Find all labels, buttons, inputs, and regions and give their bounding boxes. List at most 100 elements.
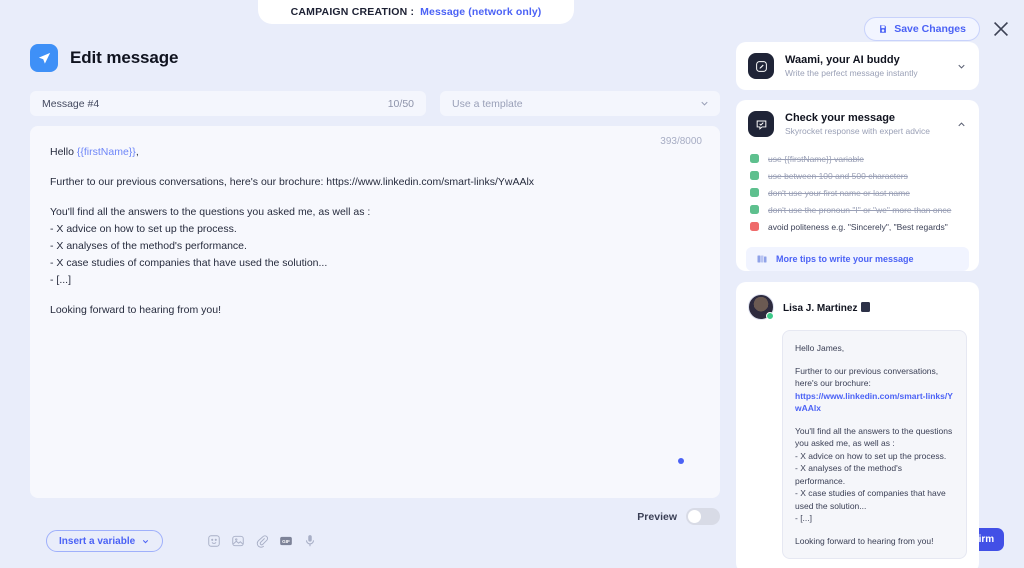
waami-panel-header[interactable]: Waami, your AI buddy Write the perfect m… xyxy=(736,42,979,90)
first-name-variable: {{firstName}} xyxy=(76,146,136,158)
toggle-knob xyxy=(688,510,701,523)
checklist-item: don't use the pronoun "I" or "we" more t… xyxy=(750,201,965,218)
campaign-breadcrumb-tab: CAMPAIGN CREATION : Message (network onl… xyxy=(258,0,574,24)
send-paper-plane-icon xyxy=(30,44,58,72)
greeting-prefix: Hello xyxy=(50,146,77,158)
template-placeholder: Use a template xyxy=(452,97,523,110)
preview-paragraph-4: Looking forward to hearing from you! xyxy=(795,535,934,546)
checklist-item-label: use {{firstName}} variable xyxy=(768,153,864,164)
more-tips-label: More tips to write your message xyxy=(776,254,914,264)
checklist-item-label: use between 100 and 500 characters xyxy=(768,170,908,181)
message-name-input[interactable]: Message #4 10/50 xyxy=(30,91,426,116)
breadcrumb-label: CAMPAIGN CREATION : xyxy=(290,6,415,18)
waami-panel-title: Waami, your AI buddy xyxy=(785,54,900,66)
chevron-down-icon xyxy=(701,101,708,106)
check-message-panel: Check your message Skyrocket response wi… xyxy=(736,100,979,271)
preview-toggle[interactable] xyxy=(686,508,720,525)
preview-p3-line5: - [...] xyxy=(795,513,812,523)
check-panel-header[interactable]: Check your message Skyrocket response wi… xyxy=(736,100,979,148)
preview-p3-line3: - X analyses of the method's performance… xyxy=(795,463,902,486)
editor-field-row: Message #4 10/50 Use a template xyxy=(30,91,720,116)
more-tips-button[interactable]: More tips to write your message xyxy=(746,247,969,271)
message-name-value: Message #4 xyxy=(42,97,100,110)
close-icon[interactable] xyxy=(990,18,1012,40)
body-p3-line4: - X case studies of companies that have … xyxy=(50,257,328,269)
message-body-text: Hello {{firstName}}, Further to our prev… xyxy=(50,144,700,319)
preview-message-bubble: Hello James, Further to our previous con… xyxy=(782,330,967,559)
linkedin-badge-icon xyxy=(861,302,871,312)
check-status-icon xyxy=(750,205,759,214)
preview-p3-line1: You'll find all the answers to the quest… xyxy=(795,425,953,449)
waami-panel-text: Waami, your AI buddy Write the perfect m… xyxy=(785,54,945,78)
chevron-up-icon[interactable] xyxy=(956,119,967,130)
save-changes-button[interactable]: Save Changes xyxy=(864,17,980,41)
speech-bubble-check-icon xyxy=(748,111,774,137)
message-checklist: use {{firstName}} variable use between 1… xyxy=(736,148,979,241)
message-name-counter: 10/50 xyxy=(387,97,414,110)
preview-recipient-header: Lisa J. Martinez xyxy=(748,294,967,320)
right-sidebar: Waami, your AI buddy Write the perfect m… xyxy=(736,42,979,568)
body-p3-line3: - X analyses of the method's performance… xyxy=(50,240,247,252)
body-greeting: Hello {{firstName}}, xyxy=(50,144,700,161)
preview-toggle-label: Preview xyxy=(637,510,677,523)
waami-panel-subtitle: Write the perfect message instantly xyxy=(785,68,918,78)
preview-paragraph-2: Further to our previous conversations, h… xyxy=(795,365,954,415)
check-status-icon xyxy=(750,171,759,180)
check-panel-title: Check your message xyxy=(785,112,896,124)
checklist-item-label: don't use your first name or last name xyxy=(768,187,910,198)
body-paragraph-2: Further to our previous conversations, h… xyxy=(50,176,535,188)
body-p3-line5: - [...] xyxy=(50,274,71,286)
message-body-editor[interactable]: 393/8000 Hello {{firstName}}, Further to… xyxy=(30,126,720,498)
breadcrumb-value: Message (network only) xyxy=(420,6,542,18)
check-panel-subtitle: Skyrocket response with expert advice xyxy=(785,126,931,136)
message-preview-card: Lisa J. Martinez Hello James, Further to… xyxy=(736,282,979,568)
insert-variable-button[interactable]: Insert a variable xyxy=(46,530,164,552)
editor-marker-dot xyxy=(678,458,684,464)
avatar xyxy=(748,294,774,320)
body-p3-line1: You'll find all the answers to the quest… xyxy=(50,206,371,218)
emoji-icon[interactable] xyxy=(207,534,221,548)
waami-ai-panel: Waami, your AI buddy Write the perfect m… xyxy=(736,42,979,90)
checklist-item: don't use your first name or last name xyxy=(750,184,965,201)
template-select[interactable]: Use a template xyxy=(440,91,720,116)
online-status-dot xyxy=(766,312,774,320)
preview-p3-line4: - X case studies of companies that have … xyxy=(795,488,946,511)
editor-header: Edit message xyxy=(30,38,720,78)
greeting-suffix: , xyxy=(135,146,139,158)
insert-variable-label: Insert a variable xyxy=(59,535,136,547)
chevron-down-icon[interactable] xyxy=(956,61,967,72)
save-changes-label: Save Changes xyxy=(894,23,966,35)
preview-paragraph-3: You'll find all the answers to the quest… xyxy=(795,425,954,525)
check-status-icon xyxy=(750,154,759,163)
preview-p2-text: Further to our previous conversations, h… xyxy=(795,365,939,389)
microphone-icon[interactable] xyxy=(303,534,317,548)
recipient-name: Lisa J. Martinez xyxy=(783,303,858,314)
attachment-tools: GIF xyxy=(207,534,317,548)
attachment-paperclip-icon[interactable] xyxy=(255,534,269,548)
check-panel-text: Check your message Skyrocket response wi… xyxy=(785,112,945,136)
check-status-icon xyxy=(750,188,759,197)
preview-message-text: Hello James, Further to our previous con… xyxy=(795,342,954,547)
body-paragraph-3: You'll find all the answers to the quest… xyxy=(50,204,700,289)
checklist-item-label: don't use the pronoun "I" or "we" more t… xyxy=(768,204,952,215)
body-p3-line2: - X advice on how to set up the process. xyxy=(50,223,237,235)
svg-text:GIF: GIF xyxy=(282,539,290,544)
page-title: Edit message xyxy=(70,48,179,67)
checklist-item: use {{firstName}} variable xyxy=(750,150,965,167)
preview-name-wrap: Lisa J. Martinez xyxy=(783,298,871,316)
gif-icon[interactable]: GIF xyxy=(279,534,293,548)
preview-toggle-row: Preview xyxy=(30,508,720,525)
image-icon[interactable] xyxy=(231,534,245,548)
chevron-down-icon xyxy=(143,539,149,543)
checklist-item-label: avoid politeness e.g. "Sincerely", "Best… xyxy=(768,221,948,232)
preview-p3-line2: - X advice on how to set up the process. xyxy=(795,450,947,461)
brochure-link[interactable]: https://www.linkedin.com/smart-links/YwA… xyxy=(795,391,953,414)
body-paragraph-4: Looking forward to hearing from you! xyxy=(50,304,222,316)
preview-greeting: Hello James, xyxy=(795,343,845,353)
check-status-icon xyxy=(750,222,759,231)
editor-toolbar: Insert a variable GIF xyxy=(46,530,317,552)
checklist-item: use between 100 and 500 characters xyxy=(750,167,965,184)
books-icon xyxy=(757,255,767,263)
pencil-square-icon xyxy=(748,53,774,79)
checklist-item: avoid politeness e.g. "Sincerely", "Best… xyxy=(750,218,965,235)
